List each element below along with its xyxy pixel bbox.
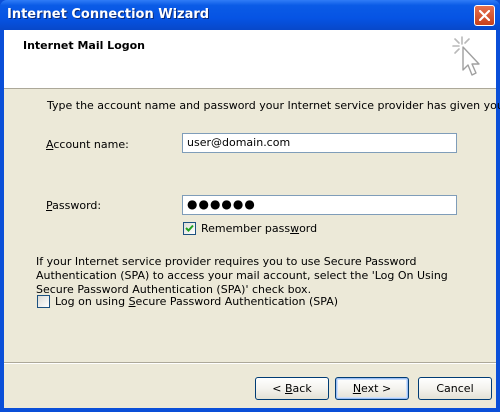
next-button[interactable]: Next > (335, 377, 409, 400)
password-input[interactable]: ●●●●●● (182, 195, 457, 215)
wizard-sparkle-cursor-icon (452, 36, 480, 76)
back-button[interactable]: < Back (255, 377, 329, 400)
account-name-input[interactable]: user@domain.com (182, 133, 457, 153)
intro-text: Type the account name and password your … (47, 99, 500, 112)
wizard-body: Internet Mail Logon Type the account nam… (4, 30, 500, 408)
account-name-label: Account name: (46, 138, 129, 151)
remember-password-label[interactable]: Remember password (201, 222, 317, 235)
footer-divider (4, 362, 496, 364)
spa-checkbox[interactable] (37, 295, 50, 308)
page-title: Internet Mail Logon (23, 39, 146, 52)
remember-password-checkbox[interactable] (183, 222, 196, 235)
wizard-window: Internet Connection Wizard Internet Mail… (0, 0, 500, 412)
spa-info-text: If your Internet service provider requir… (36, 255, 448, 296)
close-icon (479, 10, 490, 21)
checkmark-icon (185, 224, 194, 232)
cancel-button[interactable]: Cancel (418, 377, 492, 400)
wizard-header: Internet Mail Logon (4, 30, 496, 89)
spa-checkbox-label[interactable]: Log on using Secure Password Authenticat… (55, 295, 338, 308)
password-label: Password: (46, 199, 102, 212)
close-button[interactable] (474, 5, 495, 26)
window-title: Internet Connection Wizard (7, 7, 210, 22)
title-bar[interactable]: Internet Connection Wizard (0, 0, 500, 30)
